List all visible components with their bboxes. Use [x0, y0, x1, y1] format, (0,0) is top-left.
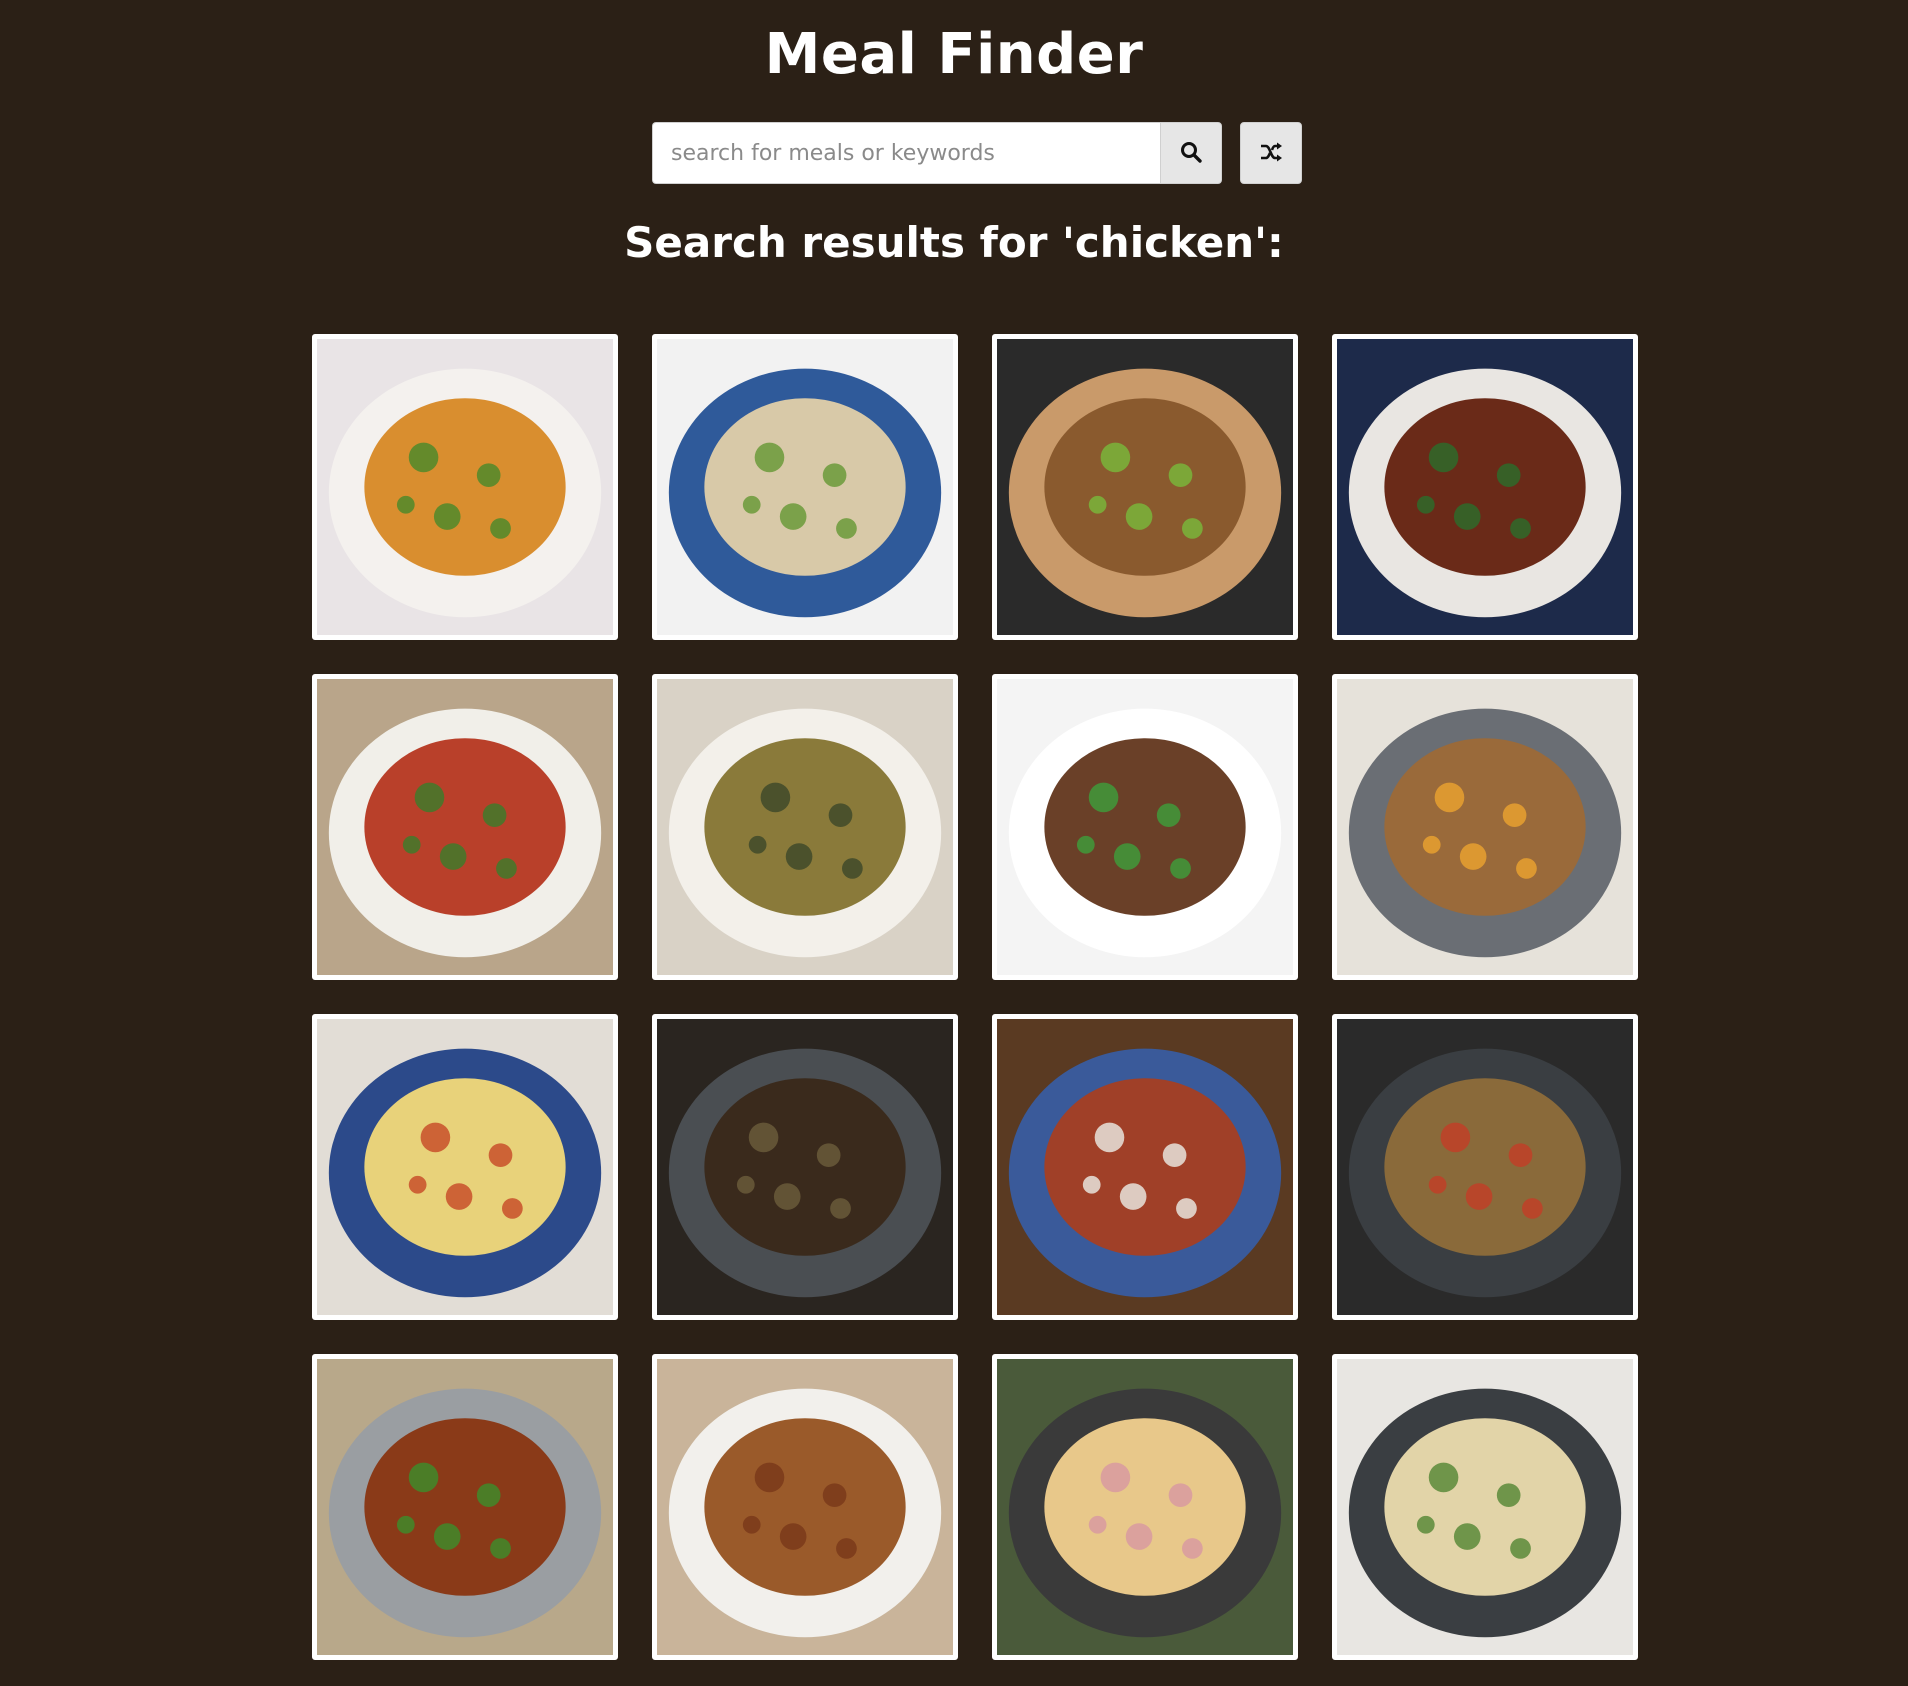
chicken-stir-fry-image: [997, 679, 1293, 975]
meal-card[interactable]: [1332, 674, 1638, 980]
tandoori-chicken-image: [317, 679, 613, 975]
random-meal-button[interactable]: [1240, 122, 1302, 184]
meal-card[interactable]: [652, 1014, 958, 1320]
search-input[interactable]: [652, 122, 1160, 184]
meal-card[interactable]: [992, 674, 1298, 980]
search-row: [652, 122, 1302, 184]
search-icon: [1179, 140, 1203, 167]
shuffle-icon: [1259, 141, 1283, 166]
app-title: Meal Finder: [764, 22, 1144, 87]
meal-card[interactable]: [312, 674, 618, 980]
meal-card[interactable]: [992, 334, 1298, 640]
teriyaki-chicken-bowl-image: [317, 1359, 613, 1655]
meal-card[interactable]: [1332, 1014, 1638, 1320]
chicken-casserole-pan-image: [1337, 679, 1633, 975]
meal-card[interactable]: [992, 1354, 1298, 1660]
meal-card[interactable]: [312, 1014, 618, 1320]
meal-finder-page: Meal Finder search for meals or keywords…: [0, 0, 1908, 1686]
meal-card[interactable]: [992, 1014, 1298, 1320]
results-heading: Search results for 'chicken':: [624, 218, 1284, 267]
chicken-on-lettuce-image: [997, 339, 1293, 635]
congee-bowl-image: [657, 339, 953, 635]
braised-chicken-pot-image: [1337, 339, 1633, 635]
chicken-ham-pie-image: [997, 1359, 1293, 1655]
fried-chicken-image: [657, 1359, 953, 1655]
meal-card[interactable]: [652, 334, 958, 640]
katsu-curry-image: [997, 1019, 1293, 1315]
chicken-couscous-image: [657, 679, 953, 975]
meals-grid: [312, 334, 1638, 1660]
meal-card[interactable]: [312, 334, 618, 640]
meal-card[interactable]: [1332, 334, 1638, 640]
chicken-pasta-skillet-image: [1337, 1359, 1633, 1655]
dark-chicken-stew-image: [657, 1019, 953, 1315]
meal-card[interactable]: [1332, 1354, 1638, 1660]
search-button[interactable]: [1160, 122, 1222, 184]
meal-card[interactable]: [652, 674, 958, 980]
meal-card[interactable]: [652, 1354, 958, 1660]
chicken-skillet-image: [1337, 1019, 1633, 1315]
meal-card[interactable]: [312, 1354, 618, 1660]
search-form: [652, 122, 1222, 184]
chicken-pie-dish-image: [317, 1019, 613, 1315]
curry-bowl-image: [317, 339, 613, 635]
